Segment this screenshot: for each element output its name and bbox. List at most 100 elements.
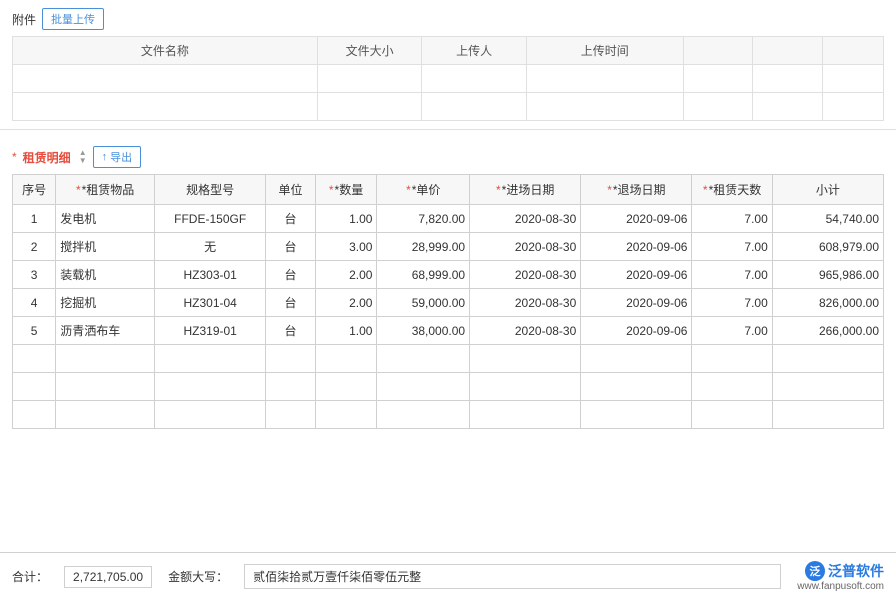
amount-value: 贰佰柒拾贰万壹仟柒佰零伍元整 <box>244 564 781 589</box>
logo-text: 泛 泛普软件 <box>805 561 884 581</box>
empty-row <box>13 345 884 373</box>
table-row: 4挖掘机HZ301-04台2.0059,000.002020-08-302020… <box>13 289 884 317</box>
cell-row2-col6: 28,999.00 <box>377 233 470 261</box>
cell-row3-col7: 2020-08-30 <box>470 261 581 289</box>
logo-icon: 泛 <box>805 561 825 581</box>
th-days: **租赁天数 <box>692 175 772 205</box>
cell-row1-col6: 7,820.00 <box>377 205 470 233</box>
cell-row3-col5: 2.00 <box>315 261 377 289</box>
cell-row3-col4: 台 <box>266 261 315 289</box>
cell-row2-col8: 2020-09-06 <box>581 233 692 261</box>
item-star: * <box>76 183 81 197</box>
th-outdate: **退场日期 <box>581 175 692 205</box>
cell-row4-col5: 2.00 <box>315 289 377 317</box>
col-header-filesize: 文件大小 <box>317 37 422 65</box>
logo-area: 泛 泛普软件 www.fanpusoft.com <box>797 561 884 592</box>
attachment-empty-row-2 <box>13 93 884 121</box>
batch-upload-button[interactable]: 批量上传 <box>42 8 104 30</box>
cell-row1-col4: 台 <box>266 205 315 233</box>
sort-icon[interactable]: ▲ ▼ <box>79 149 87 165</box>
export-icon: ↑ <box>102 151 108 163</box>
table-row: 5沥青洒布车HZ319-01台1.0038,000.002020-08-3020… <box>13 317 884 345</box>
logo-sub: www.fanpusoft.com <box>797 581 884 592</box>
rental-title: 租赁明细 <box>23 149 71 166</box>
col-header-filename: 文件名称 <box>13 37 318 65</box>
cell-row2-col9: 7.00 <box>692 233 772 261</box>
required-star: * <box>12 150 17 164</box>
cell-row3-col3: HZ303-01 <box>155 261 266 289</box>
cell-row1-col3: FFDE-150GF <box>155 205 266 233</box>
col-header-uploader: 上传人 <box>422 37 527 65</box>
rental-section: * 租赁明细 ▲ ▼ ↑ 导出 序号 **租赁物品 规格型号 单位 <box>0 138 896 437</box>
th-seq: 序号 <box>13 175 56 205</box>
rental-header: * 租赁明细 ▲ ▼ ↑ 导出 <box>12 146 884 168</box>
rental-table: 序号 **租赁物品 规格型号 单位 **数量 **单价 **进场日期 <box>12 174 884 429</box>
attachment-label: 附件 <box>12 11 36 28</box>
cell-row5-col3: HZ319-01 <box>155 317 266 345</box>
table-row: 2搅拌机无台3.0028,999.002020-08-302020-09-067… <box>13 233 884 261</box>
col-header-extra1 <box>683 37 753 65</box>
cell-row4-col8: 2020-09-06 <box>581 289 692 317</box>
th-indate: **进场日期 <box>470 175 581 205</box>
table-row: 1发电机FFDE-150GF台1.007,820.002020-08-30202… <box>13 205 884 233</box>
cell-row4-col7: 2020-08-30 <box>470 289 581 317</box>
cell-row3-col1: 3 <box>13 261 56 289</box>
attachment-table: 文件名称 文件大小 上传人 上传时间 <box>12 36 884 121</box>
cell-row1-col9: 7.00 <box>692 205 772 233</box>
export-button[interactable]: ↑ 导出 <box>93 146 142 168</box>
attachment-section: 附件 批量上传 文件名称 文件大小 上传人 上传时间 <box>0 0 896 130</box>
export-label: 导出 <box>110 149 132 165</box>
cell-row4-col9: 7.00 <box>692 289 772 317</box>
cell-row4-col2: 挖掘机 <box>56 289 155 317</box>
total-value: 2,721,705.00 <box>64 566 152 588</box>
cell-row5-col4: 台 <box>266 317 315 345</box>
th-subtotal: 小计 <box>772 175 883 205</box>
col-header-extra3 <box>823 37 884 65</box>
cell-row5-col6: 38,000.00 <box>377 317 470 345</box>
cell-row2-col1: 2 <box>13 233 56 261</box>
cell-row5-col7: 2020-08-30 <box>470 317 581 345</box>
col-header-uploadtime: 上传时间 <box>526 37 683 65</box>
cell-row2-col2: 搅拌机 <box>56 233 155 261</box>
cell-row2-col3: 无 <box>155 233 266 261</box>
cell-row1-col7: 2020-08-30 <box>470 205 581 233</box>
total-label: 合计： <box>12 568 48 585</box>
cell-row2-col7: 2020-08-30 <box>470 233 581 261</box>
cell-row5-col5: 1.00 <box>315 317 377 345</box>
cell-row2-col4: 台 <box>266 233 315 261</box>
th-price: **单价 <box>377 175 470 205</box>
cell-row1-col1: 1 <box>13 205 56 233</box>
cell-row3-col9: 7.00 <box>692 261 772 289</box>
table-row: 3装载机HZ303-01台2.0068,999.002020-08-302020… <box>13 261 884 289</box>
cell-row1-col10: 54,740.00 <box>772 205 883 233</box>
cell-row4-col4: 台 <box>266 289 315 317</box>
attachment-empty-row <box>13 65 884 93</box>
empty-row <box>13 401 884 429</box>
cell-row3-col8: 2020-09-06 <box>581 261 692 289</box>
cell-row5-col2: 沥青洒布车 <box>56 317 155 345</box>
amount-label: 金额大写： <box>168 568 228 585</box>
logo-name: 泛普软件 <box>828 561 884 581</box>
cell-row4-col3: HZ301-04 <box>155 289 266 317</box>
cell-row2-col10: 608,979.00 <box>772 233 883 261</box>
cell-row3-col10: 965,986.00 <box>772 261 883 289</box>
rental-table-header-row: 序号 **租赁物品 规格型号 单位 **数量 **单价 **进场日期 <box>13 175 884 205</box>
cell-row4-col10: 826,000.00 <box>772 289 883 317</box>
cell-row5-col8: 2020-09-06 <box>581 317 692 345</box>
cell-row5-col10: 266,000.00 <box>772 317 883 345</box>
cell-row1-col5: 1.00 <box>315 205 377 233</box>
th-qty: **数量 <box>315 175 377 205</box>
cell-row4-col1: 4 <box>13 289 56 317</box>
footer-section: 合计： 2,721,705.00 金额大写： 贰佰柒拾贰万壹仟柒佰零伍元整 泛 … <box>0 552 896 600</box>
col-header-extra2 <box>753 37 823 65</box>
cell-row3-col6: 68,999.00 <box>377 261 470 289</box>
cell-row1-col2: 发电机 <box>56 205 155 233</box>
cell-row1-col8: 2020-09-06 <box>581 205 692 233</box>
attachment-header: 附件 批量上传 <box>12 8 884 30</box>
cell-row5-col1: 5 <box>13 317 56 345</box>
th-item: **租赁物品 <box>56 175 155 205</box>
th-unit: 单位 <box>266 175 315 205</box>
cell-row2-col5: 3.00 <box>315 233 377 261</box>
cell-row5-col9: 7.00 <box>692 317 772 345</box>
empty-row <box>13 373 884 401</box>
